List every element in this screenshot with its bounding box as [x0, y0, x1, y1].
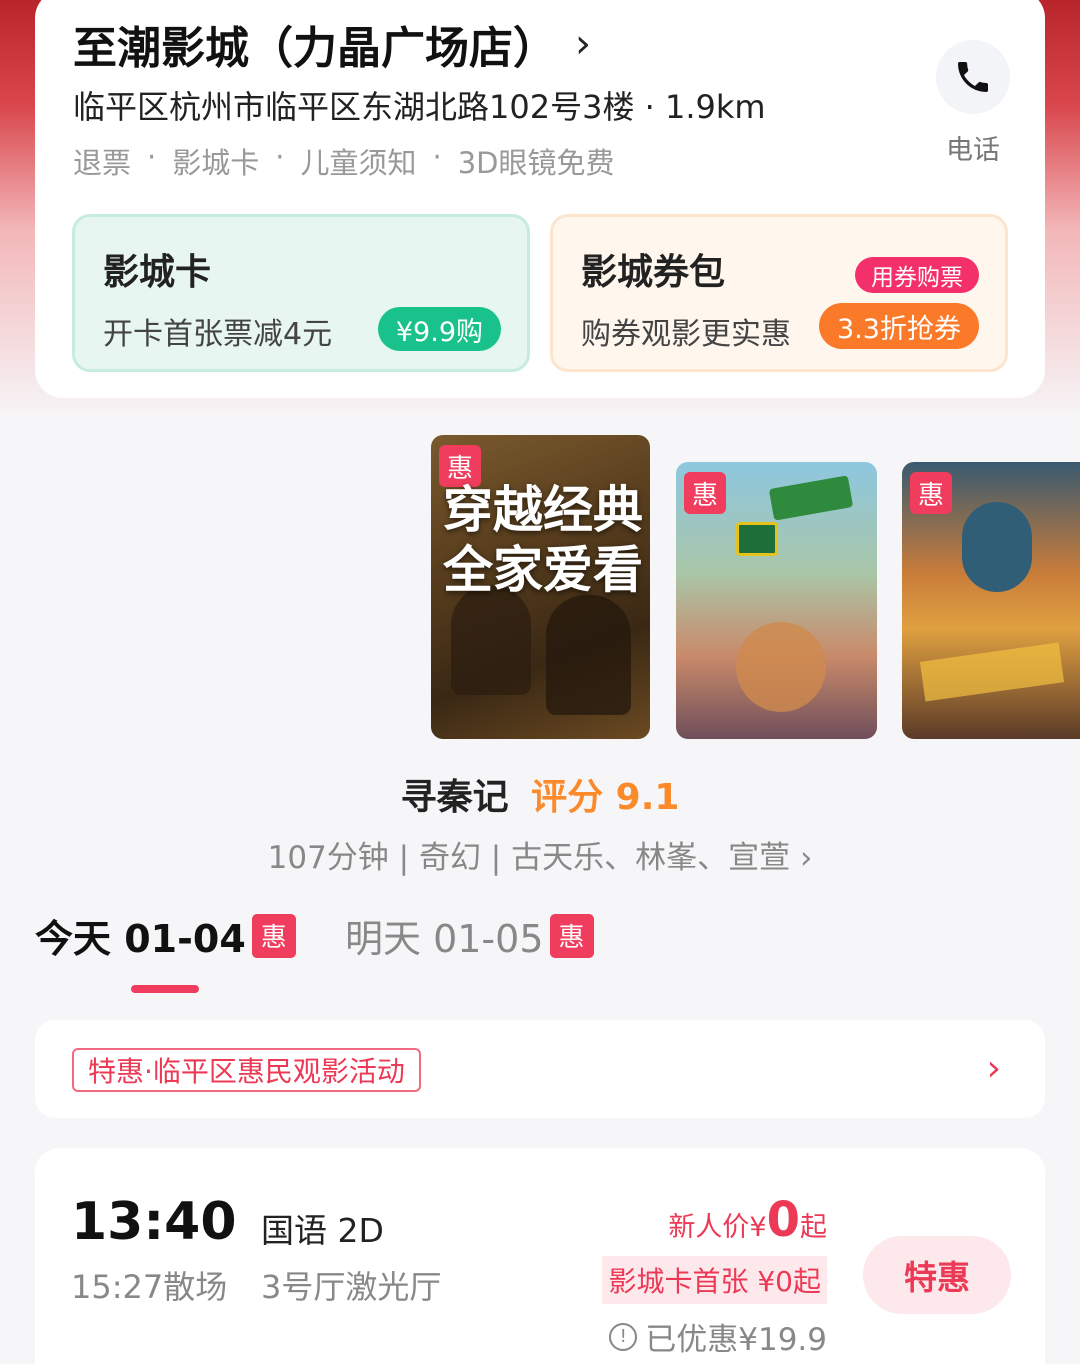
cinema-name-text: 至潮影城（力晶广场店） [73, 23, 557, 74]
tab-today[interactable]: 今天 01-04 惠 [35, 908, 296, 963]
tab-tomorrow[interactable]: 明天 01-05 惠 [345, 908, 594, 963]
start-time: 13:40 [71, 1192, 237, 1252]
phone-button[interactable]: 电话 [933, 40, 1013, 167]
tab-tomorrow-label: 明天 01-05 [345, 917, 544, 961]
new-user-price: 新人价¥0起 [668, 1192, 827, 1248]
discount-badge: 惠 [549, 913, 594, 958]
info-icon[interactable]: ! [609, 1322, 638, 1351]
cinema-address: 临平区杭州市临平区东湖北路102号3楼 · 1.9km [73, 88, 766, 126]
phone-label: 电话 [946, 135, 1000, 166]
poster-slogan-line2: 全家爱看 [443, 540, 643, 599]
buy-ticket-button[interactable]: 特惠 [863, 1236, 1011, 1314]
showtime-row[interactable]: 13:40 15:27散场 国语 2D 3号厅激光厅 新人价¥0起 影城卡首张 … [35, 1148, 1045, 1364]
tag-separator: · [147, 140, 157, 174]
discount-badge: 惠 [910, 472, 952, 514]
movie-score: 评分 9.1 [531, 777, 680, 818]
movie-poster[interactable]: 惠 [676, 462, 877, 739]
active-tab-indicator [131, 985, 199, 993]
voucher-pack-benefit[interactable]: 影城券包 购券观影更实惠 用券购票 3.3折抢券 [550, 214, 1008, 372]
price-suffix: 起 [800, 1212, 827, 1243]
movie-title-row: 寻秦记 评分 9.1 [0, 768, 1080, 820]
price-prefix: 新人价¥ [668, 1212, 767, 1243]
tag-separator: · [275, 140, 285, 174]
tag-3d-glasses[interactable]: 3D眼镜免费 [458, 140, 615, 182]
poster-slogan: 穿越经典 全家爱看 [443, 480, 643, 600]
tag-cinema-card[interactable]: 影城卡 [172, 140, 259, 182]
saved-amount: ! 已优惠¥19.9 [609, 1314, 827, 1359]
cinema-tags: 退票 · 影城卡 · 儿童须知 · 3D眼镜免费 [73, 140, 615, 182]
tag-separator: · [432, 140, 442, 174]
cinema-card-benefit[interactable]: 影城卡 开卡首张票减4元 ¥9.9购 [72, 214, 530, 372]
chevron-right-icon: › [575, 21, 591, 67]
movie-title: 寻秦记 [400, 777, 509, 818]
phone-icon [936, 40, 1010, 114]
language-format: 国语 2D [261, 1211, 384, 1250]
discount-badge: 惠 [251, 913, 296, 958]
discount-badge: 惠 [684, 472, 726, 514]
tag-refund[interactable]: 退票 [73, 140, 131, 182]
use-voucher-tag: 用券购票 [855, 257, 979, 293]
cinema-name[interactable]: 至潮影城（力晶广场店） › [73, 12, 591, 76]
hall-name: 3号厅激光厅 [261, 1268, 442, 1306]
movie-poster[interactable]: 惠 [902, 462, 1080, 739]
price-value: 0 [766, 1192, 800, 1248]
cinema-card-title: 影城卡 [103, 252, 212, 293]
movie-poster-selected[interactable]: 惠 穿越经典 全家爱看 [431, 435, 650, 739]
tag-children-notice[interactable]: 儿童须知 [300, 140, 416, 182]
promo-tag: 特惠·临平区惠民观影活动 [72, 1048, 421, 1092]
cinema-card-subtitle: 开卡首张票减4元 [103, 317, 333, 352]
end-time: 15:27散场 [71, 1268, 228, 1306]
voucher-pack-subtitle: 购券观影更实惠 [581, 317, 791, 352]
voucher-pack-title: 影城券包 [581, 252, 726, 293]
saved-text: 已优惠¥19.9 [645, 1322, 827, 1358]
tab-today-label: 今天 01-04 [35, 917, 246, 961]
cinema-card-buy-button[interactable]: ¥9.9购 [377, 307, 501, 351]
poster-slogan-line1: 穿越经典 [443, 480, 643, 539]
chevron-right-icon: › [986, 1048, 1001, 1089]
card-price: 影城卡首张 ¥0起 [602, 1256, 827, 1304]
cinema-info-card: 至潮影城（力晶广场店） › 临平区杭州市临平区东湖北路102号3楼 · 1.9k… [35, 0, 1045, 398]
movie-meta[interactable]: 107分钟 | 奇幻 | 古天乐、林峯、宣萱 › [0, 832, 1080, 877]
promo-banner[interactable]: 特惠·临平区惠民观影活动 › [35, 1020, 1045, 1118]
grab-voucher-button[interactable]: 3.3折抢券 [819, 303, 979, 349]
